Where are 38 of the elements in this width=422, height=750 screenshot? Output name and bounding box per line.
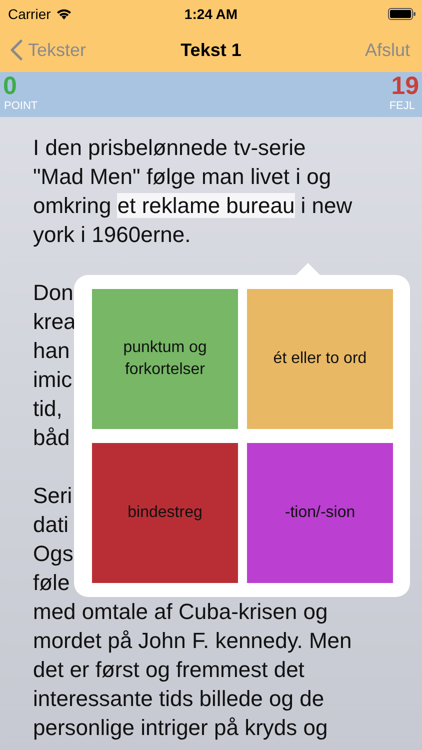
body-text: omkring [33,193,112,218]
body-text: i new [300,193,352,218]
wifi-icon [56,8,72,20]
category-tile[interactable]: bindestreg [92,443,238,583]
highlighted-phrase: et reklame bureau [117,193,295,218]
body-text: det er først og fremmest det [33,657,304,682]
category-tile[interactable]: punktum og forkortelser [92,289,238,429]
points-label: POINT [3,100,38,112]
body-text: krea [33,309,76,334]
points-value: 0 [3,72,17,100]
category-tile[interactable]: -tion/-sion [247,443,393,583]
body-text: personlige intriger på kryds og [33,715,328,740]
body-text: mordet på John F. kennedy. Men [33,628,352,653]
carrier-name: Carrier [8,6,51,22]
body-text: han [33,338,70,363]
nav-title: Tekst 1 [180,40,242,60]
body-text: I den prisbelønnede tv-serie [33,135,306,160]
body-text: dati [33,512,68,537]
body-text: Don [33,280,74,305]
back-button[interactable]: Tekster [10,39,86,61]
errors-label: FEJL [388,100,416,112]
status-time: 1:24 AM [184,6,238,22]
back-label[interactable]: Tekster [28,40,86,60]
category-tile[interactable]: ét eller to ord [247,289,393,429]
errors-value: 19 [391,72,419,100]
body-text: york i 1960erne. [33,222,191,247]
battery-icon [388,8,416,20]
body-text: båd [33,425,70,450]
body-text: interessante tids billede og de [33,686,324,711]
finish-button[interactable]: Afslut [364,40,410,60]
body-text: med omtale af Cuba-krisen og [33,599,328,624]
body-text: "Mad Men" følge man livet i og [33,164,332,189]
body-text: tid, [33,396,62,421]
body-text: Seri [33,483,72,508]
body-text: imic [33,367,72,392]
body-text: Ogs [33,541,74,566]
body-text: føle [33,570,70,595]
chevron-left-icon [10,39,23,61]
